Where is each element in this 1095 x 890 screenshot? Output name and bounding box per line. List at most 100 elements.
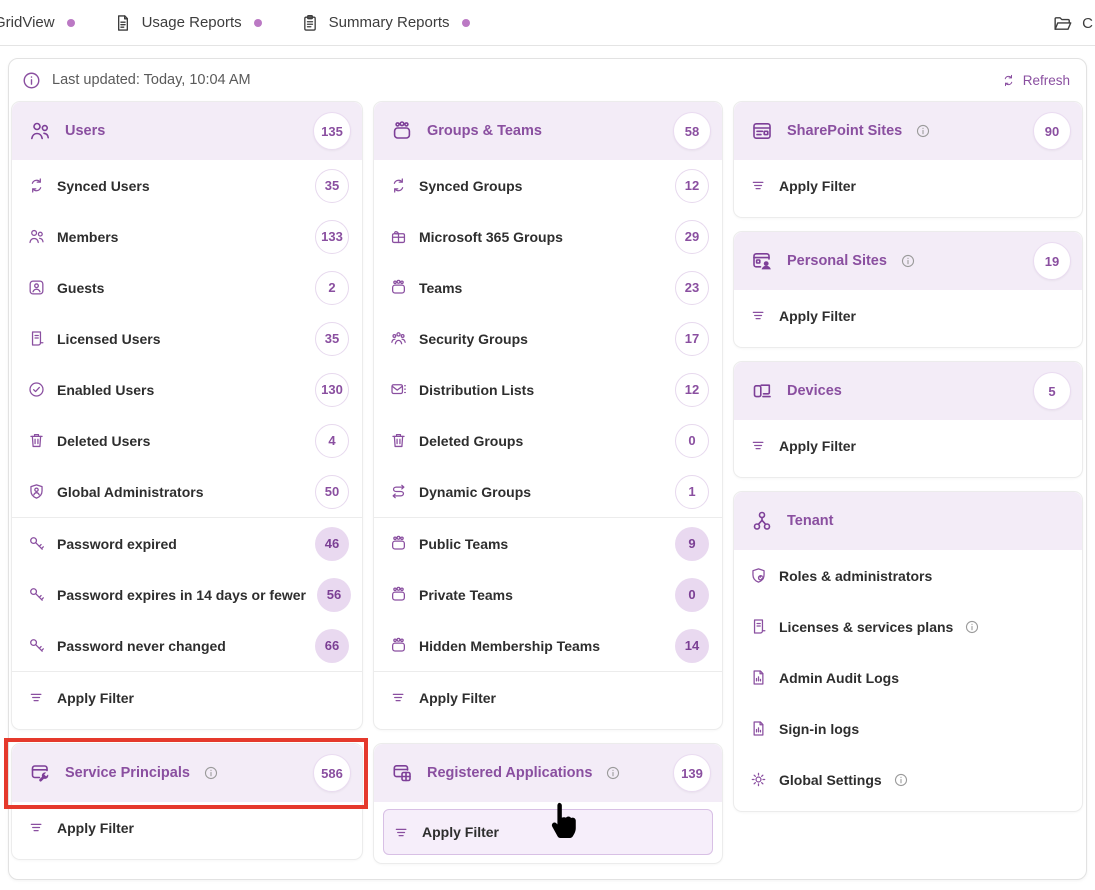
card-header-devices[interactable]: Devices5 bbox=[734, 362, 1082, 420]
card-item-deleted-users[interactable]: Deleted Users4 bbox=[12, 415, 362, 466]
card-item-security-groups[interactable]: Security Groups 17 bbox=[374, 313, 722, 364]
item-label: Apply Filter bbox=[422, 824, 499, 840]
tab-label: Usage Reports bbox=[142, 14, 242, 31]
card-grid: Users135Synced Users35Members133Guests2L… bbox=[9, 101, 1086, 876]
document-icon bbox=[113, 13, 133, 33]
column-left: Users135Synced Users35Members133Guests2L… bbox=[11, 101, 363, 864]
card-item-admin-audit-logs[interactable]: Admin Audit Logs bbox=[734, 652, 1082, 703]
item-label: Apply Filter bbox=[779, 438, 856, 454]
last-updated-text: Last updated: Today, 10:04 AM bbox=[52, 72, 251, 88]
card-item-distribution-lists[interactable]: Distribution Lists 12 bbox=[374, 364, 722, 415]
topbar-right-action[interactable]: C bbox=[1052, 0, 1095, 46]
m365-icon bbox=[389, 227, 408, 246]
top-tab-bar: GridView Usage Reports Summary Reports C bbox=[0, 0, 1095, 46]
item-label: Security Groups bbox=[419, 331, 528, 347]
service-principal-icon bbox=[28, 761, 52, 785]
card-item-roles-administrators[interactable]: Roles & administrators bbox=[734, 550, 1082, 601]
card-item-public-teams[interactable]: Public Teams9 bbox=[374, 518, 722, 569]
card-item-members[interactable]: Members133 bbox=[12, 211, 362, 262]
card-title: SharePoint Sites bbox=[787, 123, 902, 139]
card-header-users[interactable]: Users135 bbox=[12, 102, 362, 160]
card-item-synced-groups[interactable]: Synced Groups12 bbox=[374, 160, 722, 211]
card-header-tenant[interactable]: Tenant bbox=[734, 492, 1082, 550]
count-badge: 50 bbox=[315, 475, 349, 509]
count-badge: 29 bbox=[675, 220, 709, 254]
card-item-guests[interactable]: Guests2 bbox=[12, 262, 362, 313]
card-item-licenses-services-plans[interactable]: Licenses & services plans bbox=[734, 601, 1082, 652]
card-item-global-administrators[interactable]: Global Administrators50 bbox=[12, 466, 362, 517]
filter-icon bbox=[27, 688, 46, 707]
card-registered-applications: Registered Applications139 Apply Filter bbox=[373, 743, 723, 864]
card-item-enabled-users[interactable]: Enabled Users130 bbox=[12, 364, 362, 415]
tab-usage-reports[interactable]: Usage Reports bbox=[113, 13, 262, 33]
apply-filter-button[interactable]: Apply Filter bbox=[374, 672, 722, 723]
dashboard-panel: Last updated: Today, 10:04 AM Refresh Us… bbox=[8, 58, 1087, 880]
item-label: Microsoft 365 Groups bbox=[419, 229, 563, 245]
tab-gridview[interactable]: GridView bbox=[0, 14, 75, 31]
count-badge: 56 bbox=[317, 578, 351, 612]
apply-filter-button[interactable]: Apply Filter bbox=[12, 672, 362, 723]
card-item-password-expires-in-14-days-or-fewer[interactable]: Password expires in 14 days or fewer 56 bbox=[12, 569, 362, 620]
teams-icon bbox=[389, 534, 408, 553]
card-item-sign-in-logs[interactable]: Sign-in logs bbox=[734, 703, 1082, 754]
column-right: SharePoint Sites90Apply FilterPersonal S… bbox=[733, 101, 1083, 864]
card-item-licensed-users[interactable]: Licensed Users35 bbox=[12, 313, 362, 364]
gear-icon bbox=[749, 770, 768, 789]
license-icon bbox=[749, 617, 768, 636]
card-header-groups-teams[interactable]: Groups & Teams58 bbox=[374, 102, 722, 160]
card-header-sharepoint-sites[interactable]: SharePoint Sites90 bbox=[734, 102, 1082, 160]
card-item-password-never-changed[interactable]: Password never changed66 bbox=[12, 620, 362, 671]
card-header-personal-sites[interactable]: Personal Sites19 bbox=[734, 232, 1082, 290]
license-icon bbox=[27, 329, 46, 348]
card-sharepoint-sites: SharePoint Sites90Apply Filter bbox=[733, 101, 1083, 218]
refresh-label: Refresh bbox=[1023, 73, 1070, 88]
teams-icon bbox=[389, 585, 408, 604]
card-service-principals: Service Principals586Apply Filter bbox=[11, 743, 363, 860]
apply-filter-button[interactable]: Apply Filter bbox=[734, 160, 1082, 211]
tab-label: GridView bbox=[0, 14, 55, 31]
item-label: Synced Users bbox=[57, 178, 150, 194]
count-badge: 12 bbox=[675, 373, 709, 407]
refresh-button[interactable]: Refresh bbox=[1001, 73, 1070, 88]
apply-filter-button[interactable]: Apply Filter bbox=[734, 420, 1082, 471]
card-item-dynamic-groups[interactable]: Dynamic Groups1 bbox=[374, 466, 722, 517]
info-icon bbox=[900, 253, 916, 269]
card-header-registered-applications[interactable]: Registered Applications139 bbox=[374, 744, 722, 802]
card-item-synced-users[interactable]: Synced Users35 bbox=[12, 160, 362, 211]
apply-filter-button[interactable]: Apply Filter bbox=[383, 809, 713, 855]
item-label: Distribution Lists bbox=[419, 382, 534, 398]
item-label: Roles & administrators bbox=[779, 568, 932, 584]
sync-icon bbox=[389, 176, 408, 195]
apply-filter-button[interactable]: Apply Filter bbox=[12, 802, 362, 853]
filter-icon bbox=[749, 436, 768, 455]
count-badge: 17 bbox=[675, 322, 709, 356]
info-icon bbox=[964, 619, 980, 635]
active-dot bbox=[462, 19, 470, 27]
audit-log-icon bbox=[749, 668, 768, 687]
card-item-hidden-membership-teams[interactable]: Hidden Membership Teams14 bbox=[374, 620, 722, 671]
roles-icon bbox=[749, 566, 768, 585]
card-header-service-principals[interactable]: Service Principals586 bbox=[12, 744, 362, 802]
tab-summary-reports[interactable]: Summary Reports bbox=[300, 13, 470, 33]
active-dot bbox=[67, 19, 75, 27]
shield-person-icon bbox=[27, 482, 46, 501]
tab-list: GridView Usage Reports Summary Reports bbox=[0, 13, 508, 33]
filter-icon bbox=[27, 818, 46, 837]
card-item-private-teams[interactable]: Private Teams0 bbox=[374, 569, 722, 620]
card-item-microsoft-365-groups[interactable]: Microsoft 365 Groups 29 bbox=[374, 211, 722, 262]
apply-filter-button[interactable]: Apply Filter bbox=[734, 290, 1082, 341]
card-item-teams[interactable]: Teams23 bbox=[374, 262, 722, 313]
card-title: Users bbox=[65, 123, 105, 139]
item-label: Apply Filter bbox=[57, 690, 134, 706]
card-item-password-expired[interactable]: Password expired46 bbox=[12, 518, 362, 569]
item-label: Deleted Groups bbox=[419, 433, 523, 449]
count-badge: 4 bbox=[315, 424, 349, 458]
card-item-global-settings[interactable]: Global Settings bbox=[734, 754, 1082, 805]
item-label: Password never changed bbox=[57, 638, 226, 654]
item-label: Password expires in 14 days or fewer bbox=[57, 587, 306, 603]
item-label: Hidden Membership Teams bbox=[419, 638, 600, 654]
card-item-deleted-groups[interactable]: Deleted Groups0 bbox=[374, 415, 722, 466]
active-dot bbox=[254, 19, 262, 27]
trash-icon bbox=[389, 431, 408, 450]
tenant-icon bbox=[750, 509, 774, 533]
